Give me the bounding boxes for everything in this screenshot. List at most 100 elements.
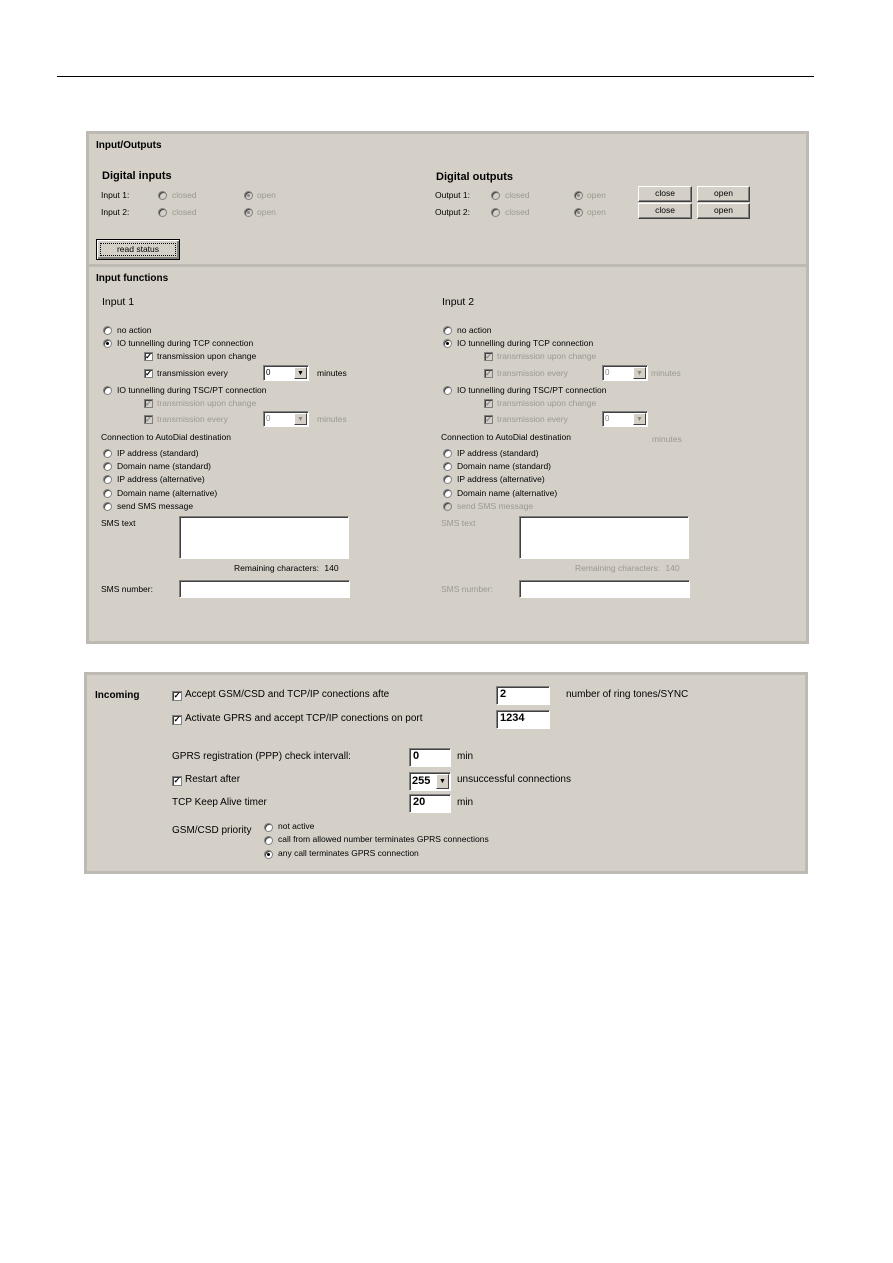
output-1-closed-label: closed xyxy=(505,190,530,200)
in1-dest-label-3: Domain name (alternative) xyxy=(117,488,218,498)
priority-label-0: not active xyxy=(278,821,315,831)
input-2-open-label: open xyxy=(257,207,276,217)
in2-dest-radio-2[interactable] xyxy=(443,475,452,484)
in2-tsc-radio[interactable] xyxy=(443,386,452,395)
port-input[interactable]: 1234 xyxy=(496,710,550,729)
in1-tsc-label: IO tunnelling during TSC/PT connection xyxy=(117,385,267,395)
in2-sms-number-input xyxy=(519,580,690,598)
in2-tcp-every-value: 0 xyxy=(605,368,610,377)
accept-gsm-label: Accept GSM/CSD and TCP/IP conections aft… xyxy=(185,689,390,700)
in1-remaining-value: 140 xyxy=(324,563,339,573)
incoming-title: Incoming xyxy=(95,690,140,701)
output-2-close-button[interactable]: close xyxy=(638,203,692,219)
in1-dest-radio-1[interactable] xyxy=(103,462,112,471)
in2-tsc-upon-change-checkbox: ✓ xyxy=(484,399,493,408)
accept-gsm-checkbox[interactable]: ✓ xyxy=(172,691,182,701)
in1-sms-text-input[interactable] xyxy=(179,516,349,559)
ring-tones-label: number of ring tones/SYNC xyxy=(566,689,689,700)
output-1-open-radio[interactable] xyxy=(574,191,583,200)
in2-remaining-value: 140 xyxy=(665,563,680,573)
ppp-unit-label: min xyxy=(457,751,474,762)
read-status-button[interactable]: read status xyxy=(96,239,180,260)
in2-tcp-minutes-label: minutes xyxy=(651,368,681,378)
in2-no-action-label: no action xyxy=(457,325,492,335)
focus-ring xyxy=(100,243,176,256)
output-2-open-radio[interactable] xyxy=(574,208,583,217)
in2-dest-label-1: Domain name (standard) xyxy=(457,461,552,471)
keepalive-input[interactable]: 20 xyxy=(409,794,451,813)
keepalive-label: TCP Keep Alive timer xyxy=(172,797,267,808)
in2-tcp-every-label: transmission every xyxy=(497,368,568,378)
priority-label-2: any call terminates GPRS connection xyxy=(278,848,419,858)
in2-tsc-every-value: 0 xyxy=(605,414,610,423)
priority-radio-1[interactable] xyxy=(264,836,273,845)
output-2-open-label: open xyxy=(587,207,606,217)
restart-unit-label: unsuccessful connections xyxy=(457,774,571,785)
in1-tsc-radio[interactable] xyxy=(103,386,112,395)
in2-dest-label-3: Domain name (alternative) xyxy=(457,488,558,498)
in2-tcp-every-checkbox: ✓ xyxy=(484,369,493,378)
input-2-closed-label: closed xyxy=(172,207,197,217)
in2-dest-label-4: send SMS message xyxy=(457,501,534,511)
chevron-down-icon[interactable]: ▼ xyxy=(294,367,307,379)
in1-no-action-radio[interactable] xyxy=(103,326,112,335)
in1-tcp-label: IO tunnelling during TCP connection xyxy=(117,338,254,348)
in2-dest-radio-0[interactable] xyxy=(443,449,452,458)
restart-select[interactable]: 255 ▼ xyxy=(409,772,451,791)
io-functions-panel: Input/Outputs Digital inputs Input 1: cl… xyxy=(86,131,809,644)
in2-dest-radio-4 xyxy=(443,502,452,511)
in1-tcp-every-checkbox[interactable]: ✓ xyxy=(144,369,153,378)
in2-dest-label-2: IP address (alternative) xyxy=(457,474,545,484)
in1-tsc-minutes-label: minutes xyxy=(317,414,347,424)
in2-sms-number-label: SMS number: xyxy=(441,584,493,594)
output-1-open-button[interactable]: open xyxy=(697,186,750,202)
ring-tones-input[interactable]: 2 xyxy=(496,686,550,705)
in1-tsc-every-select: 0 ▼ xyxy=(263,411,309,427)
keepalive-unit-label: min xyxy=(457,797,474,808)
input-1-closed-radio xyxy=(158,191,167,200)
in1-dest-radio-0[interactable] xyxy=(103,449,112,458)
ppp-check-input[interactable]: 0 xyxy=(409,748,451,767)
chevron-down-icon[interactable]: ▼ xyxy=(436,774,449,789)
in1-tcp-radio[interactable] xyxy=(103,339,112,348)
in2-dest-radio-1[interactable] xyxy=(443,462,452,471)
in1-autodial-label: Connection to AutoDial destination xyxy=(101,432,231,442)
in1-tcp-every-label: transmission every xyxy=(157,368,228,378)
in2-tsc-every-label: transmission every xyxy=(497,414,568,424)
in1-sms-text-label: SMS text xyxy=(101,518,136,528)
in1-tsc-every-value: 0 xyxy=(266,414,271,423)
output-1-open-label: open xyxy=(587,190,606,200)
output-2-open-button[interactable]: open xyxy=(697,203,750,219)
activate-gprs-checkbox[interactable]: ✓ xyxy=(172,715,182,725)
in1-sms-number-input[interactable] xyxy=(179,580,350,598)
output-2-closed-radio[interactable] xyxy=(491,208,500,217)
in2-dest-label-0: IP address (standard) xyxy=(457,448,539,458)
in2-no-action-radio[interactable] xyxy=(443,326,452,335)
output-2-label: Output 2: xyxy=(435,207,470,217)
in1-dest-radio-3[interactable] xyxy=(103,489,112,498)
in2-tsc-label: IO tunnelling during TSC/PT connection xyxy=(457,385,607,395)
chevron-down-icon: ▼ xyxy=(633,367,646,379)
in1-tcp-upon-change-checkbox[interactable]: ✓ xyxy=(144,352,153,361)
in2-tcp-radio[interactable] xyxy=(443,339,452,348)
in2-tsc-minutes-label: minutes xyxy=(652,434,682,444)
restart-label: Restart after xyxy=(185,774,241,785)
in1-sms-number-label: SMS number: xyxy=(101,584,153,594)
in1-dest-radio-2[interactable] xyxy=(103,475,112,484)
output-1-close-button[interactable]: close xyxy=(638,186,692,202)
in1-remaining-label: Remaining characters: 140 xyxy=(234,563,339,573)
priority-radio-0[interactable] xyxy=(264,823,273,832)
output-1-closed-radio[interactable] xyxy=(491,191,500,200)
in1-tcp-every-select[interactable]: 0 ▼ xyxy=(263,365,309,381)
priority-radio-2[interactable] xyxy=(264,850,273,859)
incoming-panel: Incoming ✓ Accept GSM/CSD and TCP/IP con… xyxy=(84,672,808,874)
in2-remaining-text: Remaining characters: xyxy=(575,563,661,573)
restart-checkbox[interactable]: ✓ xyxy=(172,776,182,786)
in2-tcp-label: IO tunnelling during TCP connection xyxy=(457,338,594,348)
in2-tcp-upon-change-checkbox: ✓ xyxy=(484,352,493,361)
in1-dest-radio-4[interactable] xyxy=(103,502,112,511)
ppp-check-label: GPRS registration (PPP) check intervall: xyxy=(172,751,351,762)
input-1-open-label: open xyxy=(257,190,276,200)
in2-dest-radio-3[interactable] xyxy=(443,489,452,498)
output-1-label: Output 1: xyxy=(435,190,470,200)
